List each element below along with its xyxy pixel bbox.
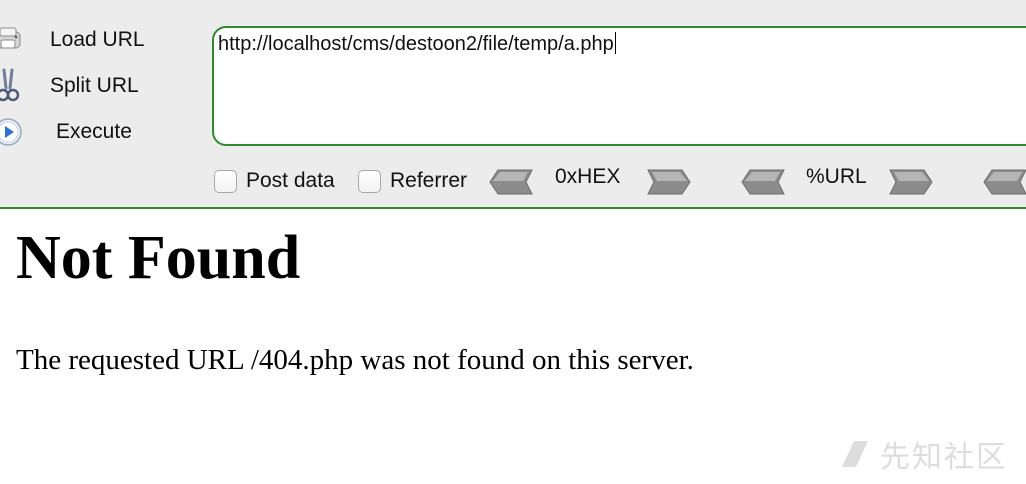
hackbar-panel: Load URL Split URL Execute http://localh… (0, 0, 1026, 209)
watermark: 先知社区 (838, 432, 1008, 476)
split-url-button[interactable]: Split URL (0, 68, 139, 104)
watermark-text: 先知社区 (880, 440, 1008, 475)
hex-encode-right-arrow-icon[interactable] (644, 168, 692, 196)
referrer-checkbox-row[interactable]: Referrer (358, 169, 467, 193)
page-title: Not Found (16, 224, 301, 292)
referrer-label: Referrer (390, 169, 468, 192)
post-data-checkbox-row[interactable]: Post data (214, 169, 335, 193)
scissors-icon (0, 68, 24, 102)
url-input-value: http://localhost/cms/destoon2/file/temp/… (218, 33, 614, 55)
url-encoder-label: %URL (806, 165, 867, 188)
url-input[interactable]: http://localhost/cms/destoon2/file/temp/… (212, 26, 1026, 146)
execute-button[interactable]: Execute (0, 114, 132, 150)
text-caret (614, 32, 616, 54)
hex-encoder-label: 0xHEX (555, 165, 621, 188)
play-icon (0, 116, 24, 148)
load-url-button[interactable]: Load URL (0, 22, 145, 58)
execute-label: Execute (56, 120, 132, 143)
post-data-checkbox[interactable] (214, 169, 237, 193)
referrer-checkbox[interactable] (358, 169, 381, 193)
url-decode-left-arrow-icon[interactable] (740, 168, 788, 196)
watermark-logo-icon (842, 441, 868, 467)
hex-decode-left-arrow-icon[interactable] (488, 168, 536, 196)
url-encode-right-arrow-icon[interactable] (886, 168, 934, 196)
load-url-icon (0, 24, 24, 56)
next-encoder-left-arrow-icon[interactable] (982, 168, 1026, 196)
load-url-label: Load URL (50, 28, 145, 51)
error-message: The requested URL /404.php was not found… (16, 344, 694, 376)
split-url-label: Split URL (50, 74, 139, 97)
post-data-label: Post data (246, 169, 335, 192)
